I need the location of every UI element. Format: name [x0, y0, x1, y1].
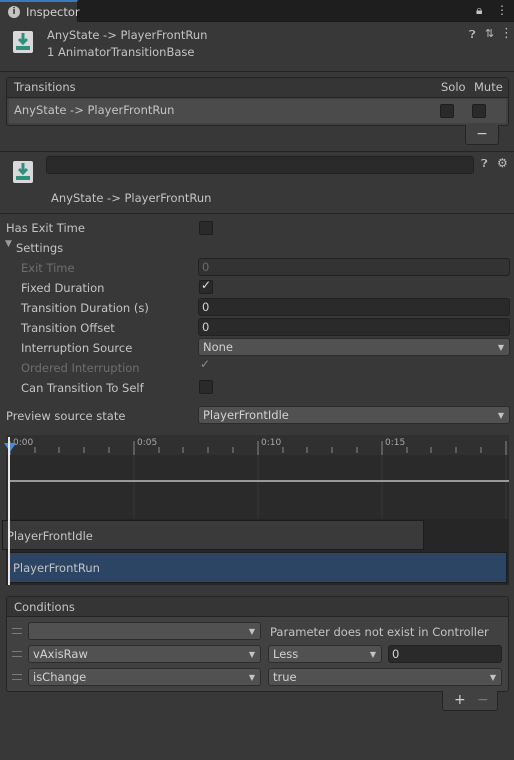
condition-parameter-dropdown[interactable]: vAxisRaw ▼ [28, 645, 261, 663]
destination-state-label: PlayerFrontRun [13, 561, 100, 575]
transitions-list: Transitions Solo Mute AnyState -> Player… [6, 77, 509, 126]
more-vert-icon[interactable]: ⋮ [500, 26, 513, 41]
chevron-down-icon: ▼ [489, 673, 496, 682]
remove-transition-button[interactable]: − [465, 125, 499, 145]
chevron-down-icon: ▼ [497, 411, 504, 420]
divider [0, 151, 514, 152]
drag-handle-icon[interactable] [12, 628, 22, 634]
interruption-source-label: Interruption Source [21, 341, 133, 355]
conditions-footer: + − [442, 691, 498, 711]
conditions-list: Conditions ▼ Parameter does not exist in… [6, 596, 509, 692]
tick-label: 0:10 [261, 438, 282, 448]
conditions-header: Conditions [7, 597, 508, 617]
source-state-label: PlayerFrontIdle [7, 529, 93, 543]
chevron-down-icon: ▼ [248, 650, 255, 659]
has-exit-time-label: Has Exit Time [6, 221, 85, 235]
divider [0, 71, 514, 72]
ordered-interruption-label: Ordered Interruption [21, 361, 140, 375]
exit-time-field[interactable]: 0 [198, 258, 510, 276]
ruler-ticks [9, 441, 507, 455]
transition-icon [13, 161, 33, 183]
info-icon: i [8, 6, 20, 18]
condition-parameter-value: isChange [33, 670, 87, 684]
header-subtitle: 1 AnimatorTransitionBase [47, 45, 195, 59]
timeline-ruler[interactable]: 0:00 0:05 0:10 0:15 [4, 435, 509, 455]
chevron-down-icon: ▼ [497, 343, 504, 352]
condition-mode-dropdown[interactable]: true ▼ [268, 668, 502, 686]
condition-parameter-dropdown[interactable]: isChange ▼ [28, 668, 261, 686]
transitions-header: Transitions Solo Mute [7, 78, 508, 98]
transition-duration-label: Transition Duration (s) [21, 301, 149, 315]
ordered-interruption-checkbox[interactable] [199, 357, 213, 374]
lock-icon[interactable]: 🔒︎ [476, 3, 482, 18]
transition-row[interactable]: AnyState -> PlayerFrontRun [9, 99, 506, 123]
drag-handle-icon[interactable] [12, 651, 22, 657]
source-state-bar[interactable]: PlayerFrontIdle [2, 520, 424, 550]
exit-time-label: Exit Time [21, 261, 75, 275]
help-icon[interactable]: ❓︎ [481, 157, 488, 171]
transition-duration-field[interactable]: 0 [198, 298, 510, 316]
condition-mode-dropdown[interactable]: Less ▼ [268, 645, 382, 663]
solo-checkbox[interactable] [440, 104, 454, 118]
tick-label: 0:15 [385, 438, 406, 448]
preview-source-state-value: PlayerFrontIdle [203, 408, 289, 422]
header-title: AnyState -> PlayerFrontRun [47, 28, 208, 42]
condition-mode-value: true [273, 670, 297, 684]
transition-title: AnyState -> PlayerFrontRun [51, 191, 212, 205]
playhead-icon[interactable] [4, 443, 16, 453]
add-condition-button[interactable]: + [454, 691, 466, 709]
gear-icon[interactable]: ⚙ [497, 156, 508, 170]
preset-icon[interactable]: ⇅ [485, 27, 494, 40]
chevron-down-icon: ▼ [369, 650, 376, 659]
drag-handle-icon[interactable] [12, 674, 22, 680]
can-transition-to-self-label: Can Transition To Self [21, 381, 144, 395]
condition-warning-message: Parameter does not exist in Controller [270, 625, 489, 639]
condition-parameter-value: vAxisRaw [33, 647, 88, 661]
more-vert-icon[interactable]: ⋮ [496, 3, 508, 17]
transition-offset-field[interactable]: 0 [198, 318, 510, 336]
condition-mode-value: Less [273, 647, 299, 661]
condition-parameter-dropdown[interactable]: ▼ [28, 622, 261, 640]
interruption-source-dropdown[interactable]: None ▼ [198, 338, 510, 356]
remove-condition-button[interactable]: − [477, 691, 489, 709]
solo-header: Solo [441, 80, 466, 94]
mute-checkbox[interactable] [472, 104, 486, 118]
condition-value-field[interactable]: 0 [388, 645, 502, 663]
settings-foldout-icon[interactable]: ▼ [5, 239, 12, 249]
destination-state-bar[interactable]: PlayerFrontRun [8, 552, 507, 583]
settings-foldout-label[interactable]: Settings [16, 241, 63, 255]
tick-label: 0:00 [13, 438, 34, 448]
can-transition-to-self-checkbox[interactable] [199, 380, 213, 394]
transition-curve-area [6, 455, 509, 519]
chevron-down-icon: ▼ [248, 627, 255, 636]
transitions-header-label: Transitions [14, 80, 76, 94]
transition-curve [8, 455, 509, 519]
transition-row-name: AnyState -> PlayerFrontRun [14, 103, 175, 117]
mute-header: Mute [474, 80, 503, 94]
help-icon[interactable]: ❓︎ [469, 28, 476, 42]
preview-source-state-label: Preview source state [6, 409, 126, 423]
fixed-duration-checkbox[interactable] [199, 278, 213, 294]
conditions-header-label: Conditions [14, 600, 75, 614]
transition-offset-label: Transition Offset [21, 321, 115, 335]
tick-label: 0:05 [137, 438, 158, 448]
has-exit-time-checkbox[interactable] [199, 221, 213, 235]
transition-icon [13, 31, 33, 53]
fixed-duration-label: Fixed Duration [21, 281, 105, 295]
tab-bar: i Inspector 🔒︎ ⋮ [0, 0, 514, 22]
transition-name-field[interactable] [46, 156, 474, 174]
tab-label: Inspector [26, 5, 80, 19]
chevron-down-icon: ▼ [248, 673, 255, 682]
divider [0, 213, 514, 214]
playhead-line [8, 437, 10, 585]
tab-inspector[interactable]: i Inspector [0, 0, 80, 22]
interruption-source-value: None [203, 340, 234, 354]
preview-source-state-dropdown[interactable]: PlayerFrontIdle ▼ [198, 406, 510, 424]
